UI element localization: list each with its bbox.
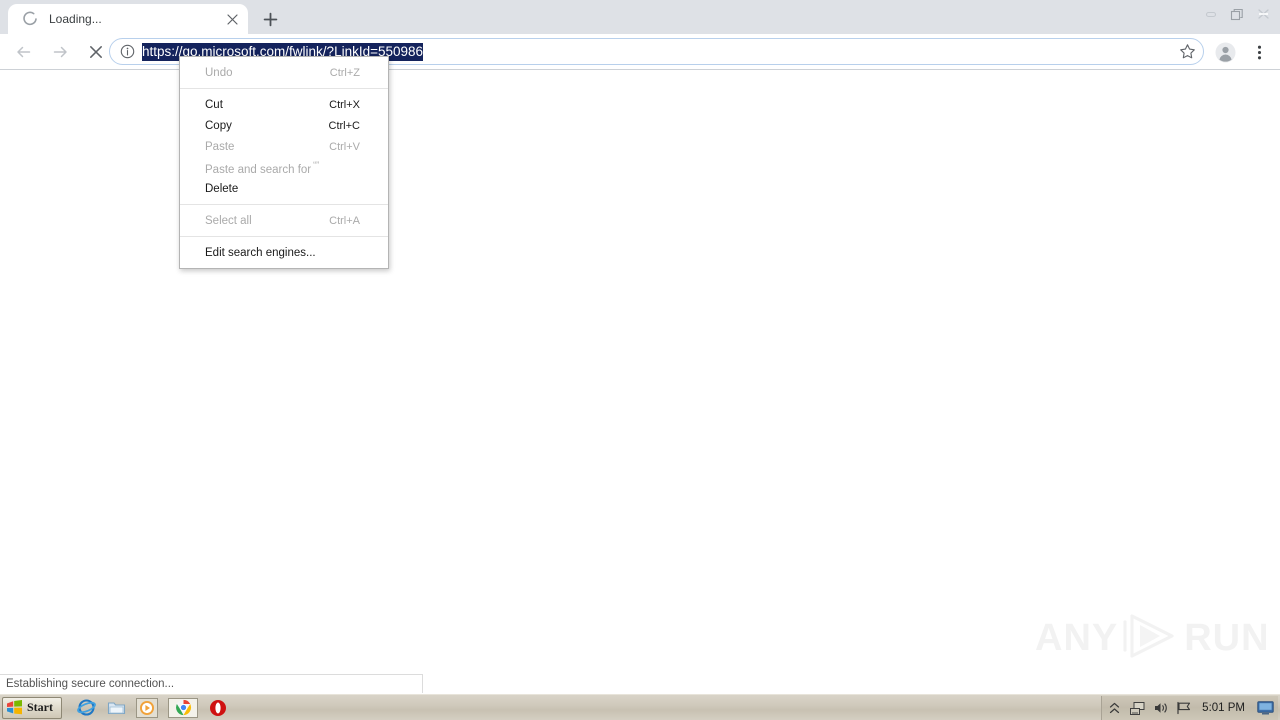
stop-button[interactable]	[82, 38, 110, 66]
context-menu-item-label: Select all	[205, 214, 252, 227]
browser-tab[interactable]: Loading...	[8, 4, 248, 34]
taskbar-clock[interactable]: 5:01 PM	[1198, 702, 1250, 714]
context-menu-item-label: Undo	[205, 66, 233, 79]
window-controls	[1198, 0, 1276, 28]
context-menu-item-undo: Undo Ctrl+Z	[180, 62, 388, 83]
context-menu-item-label: Paste	[205, 140, 235, 153]
flag-icon[interactable]	[1175, 700, 1192, 717]
context-menu-item-label: Delete	[205, 182, 239, 195]
context-menu-item-edit-search-engines[interactable]: Edit search engines...	[180, 242, 388, 263]
bookmark-star-icon[interactable]	[1175, 40, 1199, 64]
context-menu-item-cut[interactable]: Cut Ctrl+X	[180, 94, 388, 115]
close-button[interactable]	[1250, 3, 1276, 25]
start-button[interactable]: Start	[2, 696, 62, 719]
context-menu-item-label: Copy	[205, 119, 232, 132]
context-menu-item-paste-and-search: Paste and search for “”	[180, 157, 388, 178]
new-tab-button[interactable]	[258, 7, 282, 31]
status-bubble: Establishing secure connection...	[0, 674, 423, 693]
back-button[interactable]	[10, 38, 38, 66]
anyrun-watermark: ANY RUN	[1035, 612, 1269, 665]
status-bubble-text: Establishing secure connection...	[6, 678, 175, 690]
forward-arrow-icon	[53, 46, 67, 58]
context-menu-item-accelerator: Ctrl+V	[329, 140, 360, 153]
volume-icon[interactable]	[1152, 700, 1169, 717]
chrome-icon[interactable]	[168, 697, 198, 718]
context-menu-item-paste: Paste Ctrl+V	[180, 136, 388, 157]
system-tray: 5:01 PM	[1101, 696, 1278, 720]
show-desktop-icon[interactable]	[1256, 700, 1274, 716]
windows-taskbar: Start 5:01 PM	[0, 694, 1280, 720]
quick-launch-bar	[76, 697, 228, 718]
minimize-button[interactable]	[1198, 3, 1224, 25]
context-menu-separator	[180, 236, 388, 237]
play-triangle-logo	[1122, 612, 1180, 665]
context-menu-item-accelerator: Ctrl+A	[329, 214, 360, 227]
browser-window: Loading... https://go.microsoft.com/fwli…	[0, 0, 1280, 720]
profile-avatar-icon[interactable]	[1214, 41, 1236, 63]
omnibox-context-menu[interactable]: Undo Ctrl+Z Cut Ctrl+X Copy Ctrl+C Paste Ctrl+V…	[179, 56, 389, 269]
three-dot-menu-icon[interactable]	[1248, 41, 1270, 63]
context-menu-item-accelerator: Ctrl+Z	[329, 66, 360, 79]
forward-button[interactable]	[46, 38, 74, 66]
tab-strip: Loading...	[0, 0, 1280, 34]
context-menu-item-delete[interactable]: Delete	[180, 178, 388, 199]
plus-icon	[263, 12, 277, 26]
back-arrow-icon	[17, 46, 31, 58]
context-menu-item-quote: “”	[313, 159, 320, 170]
context-menu-item-label: Cut	[205, 98, 223, 111]
restore-button[interactable]	[1224, 3, 1250, 25]
watermark-text-run: RUN	[1184, 617, 1270, 659]
context-menu-item-label: Edit search engines...	[205, 246, 316, 259]
context-menu-separator	[180, 88, 388, 89]
internet-explorer-icon[interactable]	[76, 698, 96, 718]
context-menu-item-accelerator: Ctrl+C	[328, 119, 360, 132]
context-menu-item-accelerator: Ctrl+X	[329, 98, 360, 111]
context-menu-item-label: Paste and search for “”	[205, 159, 320, 176]
stop-x-icon	[90, 46, 102, 58]
tab-close-icon[interactable]	[224, 11, 240, 27]
folder-icon[interactable]	[106, 698, 126, 718]
context-menu-item-copy[interactable]: Copy Ctrl+C	[180, 115, 388, 136]
spinner-icon	[22, 11, 38, 27]
start-button-label: Start	[27, 700, 53, 714]
opera-icon[interactable]	[208, 698, 228, 718]
info-circle-icon[interactable]	[118, 43, 136, 61]
network-icon[interactable]	[1129, 700, 1146, 717]
chevron-up-icon[interactable]	[1106, 700, 1123, 717]
watermark-text-any: ANY	[1035, 617, 1119, 659]
tab-title: Loading...	[49, 12, 102, 26]
context-menu-separator	[180, 204, 388, 205]
context-menu-item-select-all: Select all Ctrl+A	[180, 210, 388, 231]
windows-logo-icon	[6, 700, 23, 715]
media-player-icon[interactable]	[136, 697, 158, 718]
